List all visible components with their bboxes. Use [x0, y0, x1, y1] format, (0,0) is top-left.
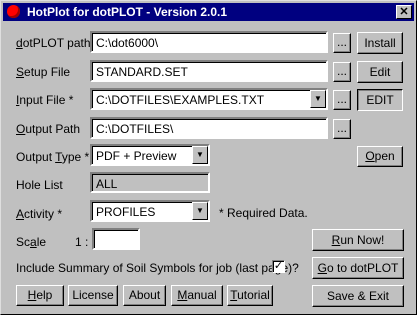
scale-ratio-label: 1 :: [75, 235, 89, 249]
hole-list-label: Hole List: [16, 178, 63, 192]
hole-list-field: ALL: [90, 172, 210, 193]
edit-setup-button[interactable]: Edit: [357, 61, 403, 83]
setup-file-browse-button[interactable]: ...: [333, 62, 351, 82]
go-to-dotplot-button[interactable]: Go to dotPLOT: [312, 257, 404, 279]
run-now-button[interactable]: Run Now!: [312, 229, 404, 251]
about-button[interactable]: About: [123, 285, 166, 306]
output-path-input[interactable]: C:\DOTFILES\: [90, 117, 328, 139]
input-file-browse-button[interactable]: ...: [333, 90, 351, 110]
save-exit-button[interactable]: Save & Exit: [312, 285, 404, 307]
summary-checkbox[interactable]: ✓: [272, 260, 285, 273]
dropdown-arrow-icon[interactable]: ▼: [192, 146, 208, 164]
scale-label: Scale: [16, 235, 47, 249]
dotplot-path-label: dotPLOT path*: [16, 36, 96, 50]
edit-input-button[interactable]: EDIT: [357, 89, 403, 111]
close-button[interactable]: ✕: [396, 5, 412, 19]
output-path-label: Output Path: [16, 122, 81, 136]
activity-label: Activity *: [16, 207, 63, 221]
input-file-value: C:\DOTFILES\EXAMPLES.TXT: [96, 93, 265, 107]
scale-input[interactable]: [92, 228, 140, 250]
app-icon: [7, 5, 20, 18]
dotplot-path-browse-button[interactable]: ...: [333, 33, 351, 53]
tutorial-button[interactable]: Tutorial: [227, 285, 273, 306]
manual-button[interactable]: Manual: [171, 285, 223, 306]
setup-file-label: Setup File: [16, 65, 71, 79]
dropdown-arrow-icon[interactable]: ▼: [310, 90, 326, 108]
input-file-label: Input File *: [16, 93, 74, 107]
help-button[interactable]: Help: [16, 285, 64, 306]
setup-file-input[interactable]: STANDARD.SET: [90, 60, 328, 82]
dropdown-arrow-icon[interactable]: ▼: [192, 202, 208, 220]
output-type-select[interactable]: PDF + Preview ▼: [90, 144, 210, 166]
title-bar[interactable]: HotPlot for dotPLOT - Version 2.0.1 ✕: [3, 3, 414, 21]
hotplot-window: HotPlot for dotPLOT - Version 2.0.1 ✕ do…: [0, 0, 417, 315]
required-note: * Required Data.: [219, 206, 308, 220]
input-file-select[interactable]: C:\DOTFILES\EXAMPLES.TXT ▼: [90, 88, 328, 110]
activity-select[interactable]: PROFILES ▼: [90, 200, 210, 222]
output-type-value: PDF + Preview: [96, 149, 177, 163]
summary-checkbox-label: Include Summary of Soil Symbols for job …: [16, 261, 299, 275]
dotplot-path-input[interactable]: C:\dot6000\: [90, 31, 328, 53]
window-title: HotPlot for dotPLOT - Version 2.0.1: [27, 5, 228, 19]
open-button[interactable]: Open: [357, 146, 403, 167]
output-type-label: Output Type *: [16, 150, 90, 164]
activity-value: PROFILES: [96, 205, 156, 219]
license-button[interactable]: License: [68, 285, 118, 306]
install-button[interactable]: Install: [357, 32, 403, 54]
close-icon: ✕: [399, 6, 409, 18]
output-path-browse-button[interactable]: ...: [333, 119, 351, 139]
